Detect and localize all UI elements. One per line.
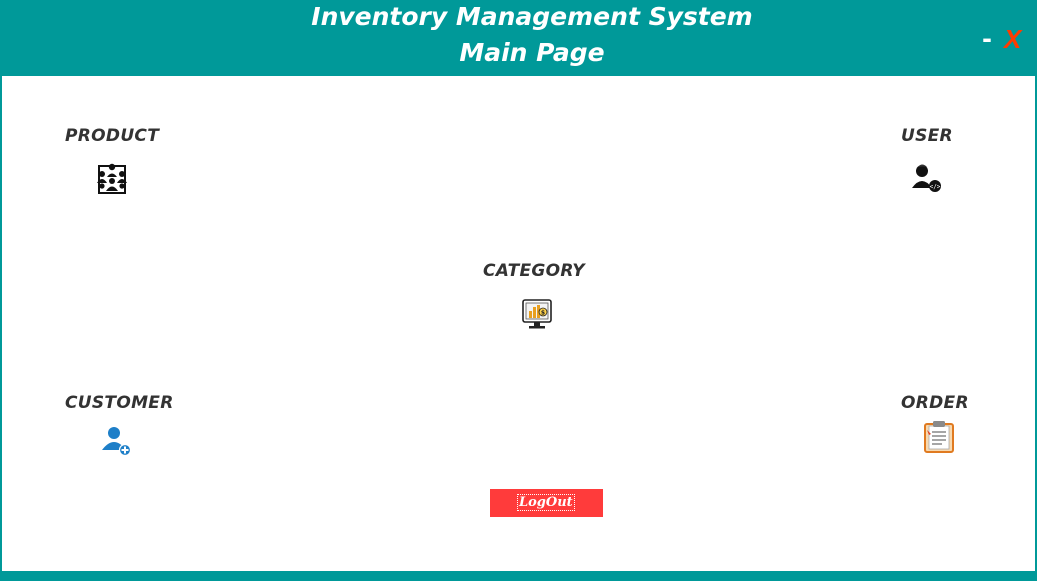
main-window: Inventory Management System Main Page - … <box>0 0 1037 581</box>
product-module[interactable]: PRODUCT <box>65 126 175 198</box>
order-module[interactable]: ORDER <box>901 393 981 465</box>
close-button[interactable]: X <box>1004 24 1021 54</box>
customer-module[interactable]: CUSTOMER <box>65 393 185 465</box>
footer-bar <box>2 571 1035 581</box>
minimize-button[interactable]: - <box>982 24 992 54</box>
svg-text:$: $ <box>541 309 545 316</box>
add-user-icon[interactable] <box>101 424 133 456</box>
user-code-icon[interactable]: </> <box>911 162 943 194</box>
customer-label: CUSTOMER <box>65 393 174 413</box>
user-label: USER <box>901 126 953 146</box>
user-module[interactable]: USER </> <box>901 126 981 198</box>
page-title: Main Page <box>459 38 605 67</box>
people-group-icon[interactable] <box>96 162 129 195</box>
title-bar: Inventory Management System Main Page - … <box>2 0 1035 76</box>
svg-text:</>: </> <box>930 184 941 191</box>
logout-label: LogOut <box>517 494 575 511</box>
product-label: PRODUCT <box>65 126 160 146</box>
category-label: CATEGORY <box>483 261 585 281</box>
logout-button[interactable]: LogOut <box>490 489 603 517</box>
clipboard-icon[interactable] <box>922 420 956 454</box>
monitor-chart-icon[interactable]: $ <box>521 297 553 331</box>
order-label: ORDER <box>901 393 969 413</box>
category-module[interactable]: CATEGORY $ <box>483 261 603 333</box>
app-title: Inventory Management System <box>311 2 753 31</box>
